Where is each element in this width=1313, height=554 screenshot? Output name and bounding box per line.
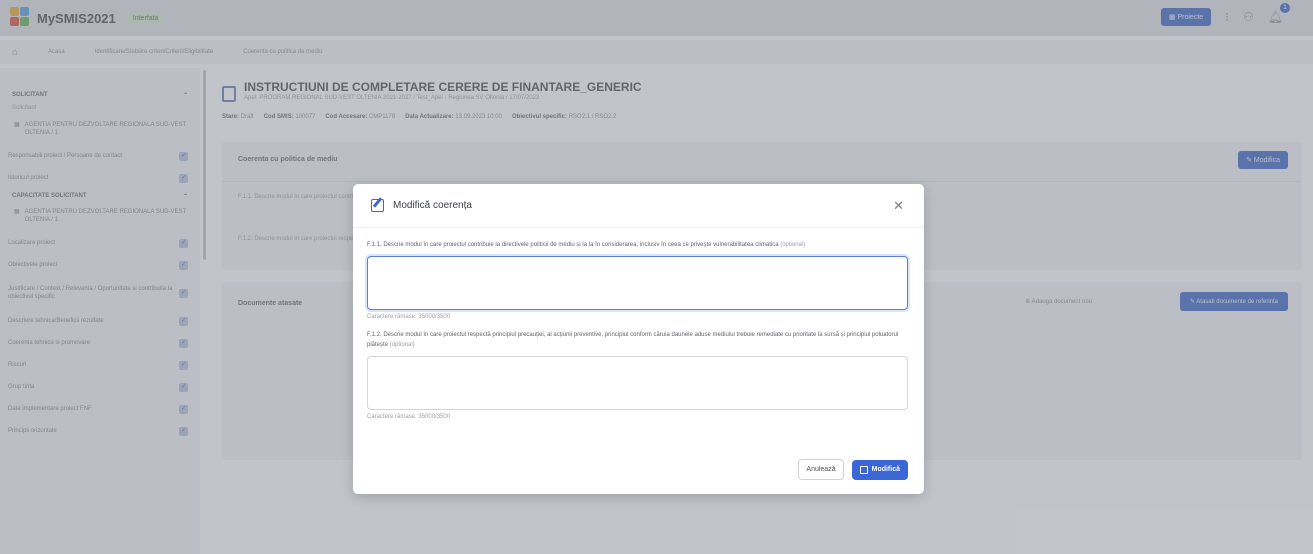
cancel-button[interactable]: Anulează: [798, 459, 844, 480]
field-label-f11: F.1.1. Descrie modul în care proiectul c…: [367, 240, 910, 250]
textarea-f11[interactable]: [367, 256, 908, 310]
optional-tag: (optional): [780, 242, 806, 248]
field-label-text: F.1.1. Descrie modul în care proiectul c…: [367, 242, 779, 248]
save-button[interactable]: Modifică: [851, 459, 908, 480]
modal-title: Modifică coerența: [393, 200, 472, 211]
edit-icon: [371, 199, 384, 212]
modal-footer: Anulează Modifică: [798, 459, 908, 480]
optional-tag: (optional): [389, 342, 415, 348]
textarea-f12[interactable]: [367, 356, 908, 410]
modal-header: Modifică coerența ✕: [353, 184, 924, 228]
edit-coherence-modal: Modifică coerența ✕ F.1.1. Descrie modul…: [353, 184, 924, 494]
char-counter: Caractere rămase: 35000/3500: [367, 314, 451, 320]
char-counter: Caractere rămase: 35000/3500: [367, 414, 451, 420]
edit-icon: [859, 465, 868, 474]
modal-body: F.1.1. Descrie modul în care proiectul c…: [353, 228, 924, 420]
field-label-f12: F.1.2. Descrie modul în care proiectul r…: [367, 330, 910, 350]
save-button-label: Modifică: [871, 466, 900, 473]
close-icon[interactable]: ✕: [893, 198, 904, 214]
field-label-text: F.1.2. Descrie modul în care proiectul r…: [367, 332, 899, 348]
